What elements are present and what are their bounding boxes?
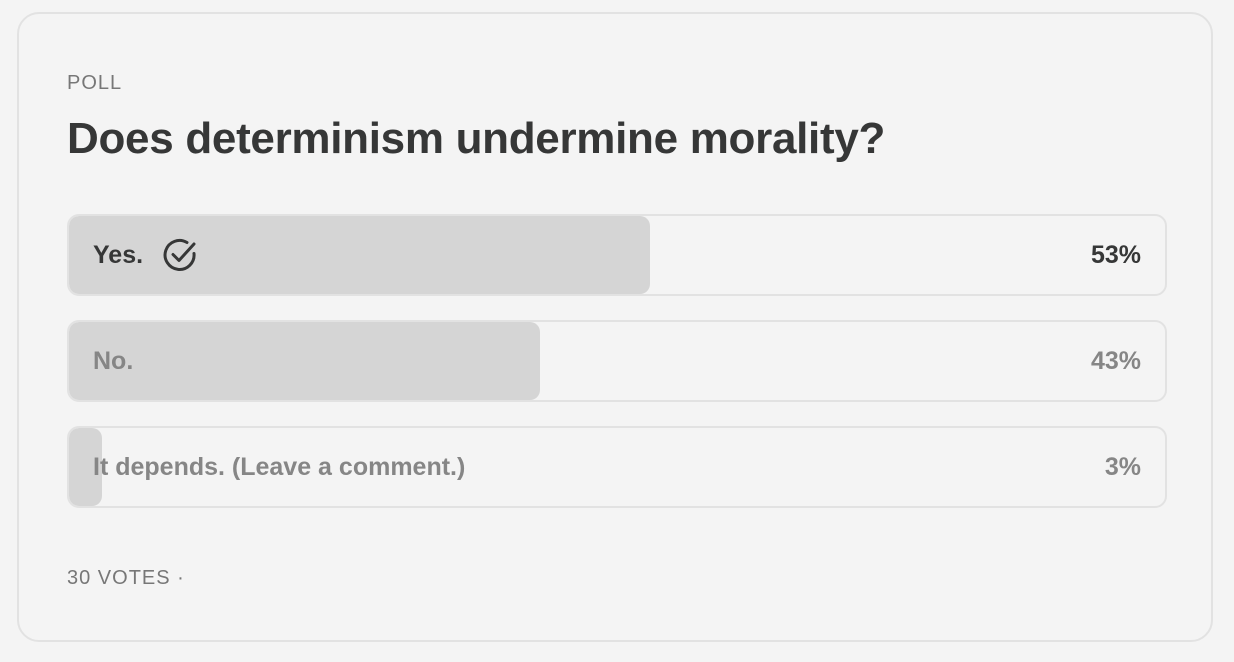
poll-question: Does determinism undermine morality? [67,114,886,163]
poll-option-label: Yes. [93,240,144,269]
poll-options: Yes. 53% No. 43% It depends. (Leave a co… [67,214,1167,532]
poll-option-yes[interactable]: Yes. 53% [67,214,1167,296]
poll-option-label: It depends. (Leave a comment.) [93,452,466,481]
check-circle-icon [161,236,199,274]
poll-option-it-depends[interactable]: It depends. (Leave a comment.) 3% [67,426,1167,508]
poll-option-no[interactable]: No. 43% [67,320,1167,402]
poll-option-percent: 53% [1090,240,1141,269]
poll-card: POLL Does determinism undermine morality… [17,12,1213,642]
poll-vote-count: 30 VOTES · [67,567,185,589]
poll-option-percent: 43% [1090,346,1141,375]
poll-option-label: No. [93,346,134,375]
poll-label: POLL [67,72,123,94]
poll-option-percent: 3% [1104,452,1141,481]
